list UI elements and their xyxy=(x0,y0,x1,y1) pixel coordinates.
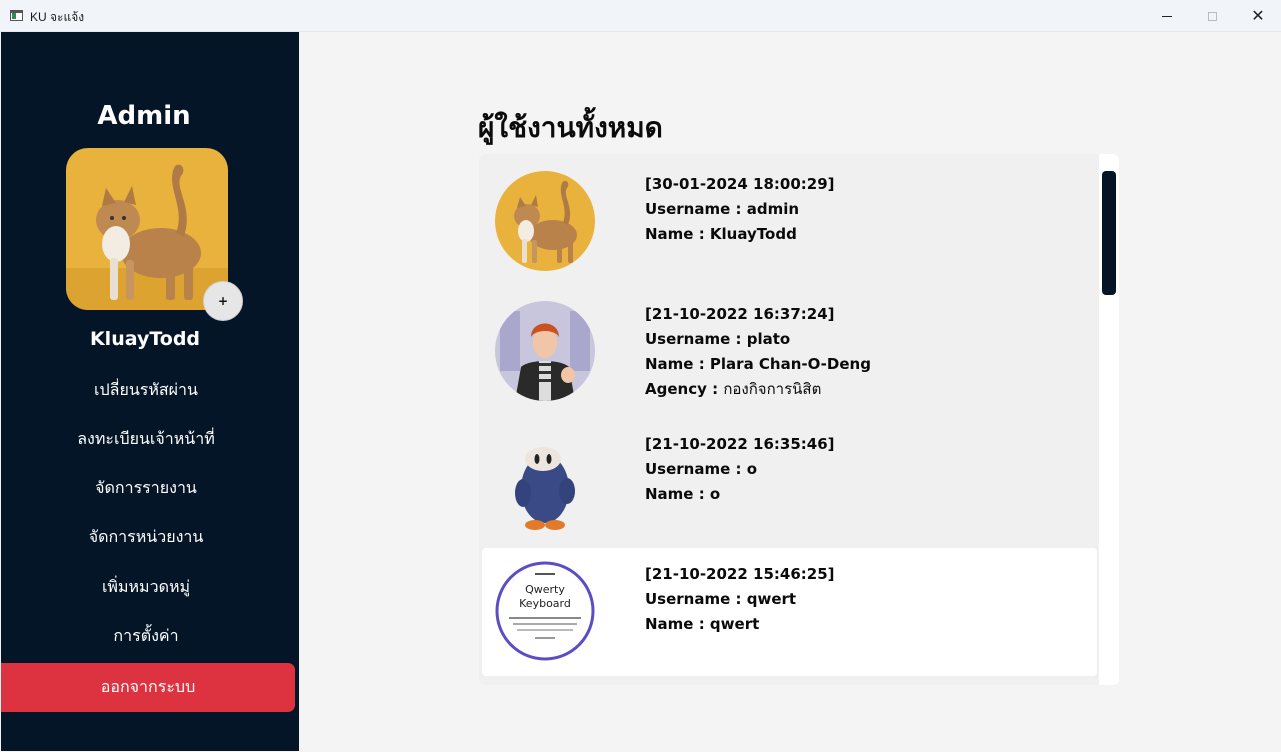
sidebar: Admin + KluayTodd เปลี่ยนรหัสผ่าน ลงทะเบ… xyxy=(1,32,299,751)
username-label: Username : xyxy=(645,590,747,608)
name-label: Name : xyxy=(645,225,710,243)
user-username-row: Username : o xyxy=(645,457,835,482)
nav-settings[interactable]: การตั้งค่า xyxy=(1,612,291,661)
window-title: KU จะแจ้ง xyxy=(30,10,85,24)
name-label: Name : xyxy=(645,355,710,373)
user-agency-row: Agency : กองกิจการนิสิต xyxy=(645,377,871,402)
name-label: Name : xyxy=(645,615,710,633)
page-title: ผู้ใช้งานทั้งหมด xyxy=(478,111,663,144)
close-icon: ✕ xyxy=(1251,6,1265,25)
app-icon xyxy=(10,10,23,21)
user-info: [30-01-2024 18:00:29] Username : admin N… xyxy=(645,172,835,247)
man-photo xyxy=(495,301,595,401)
name-value: o xyxy=(709,485,721,503)
username-value: qwert xyxy=(746,590,797,608)
nav-manage-agencies[interactable]: จัดการหน่วยงาน xyxy=(1,513,291,562)
user-info: [21-10-2022 15:46:25] Username : qwert N… xyxy=(645,562,835,637)
user-card[interactable]: [21-10-2022 16:37:24] Username : plato N… xyxy=(479,284,1097,412)
user-info: [21-10-2022 16:35:46] Username : o Name … xyxy=(645,432,835,507)
display-name: KluayTodd xyxy=(89,328,201,350)
user-avatar xyxy=(495,431,595,531)
add-photo-button[interactable]: + xyxy=(203,281,243,321)
user-name-row: Name : qwert xyxy=(645,612,835,637)
scrollbar-thumb[interactable] xyxy=(1102,171,1116,295)
user-avatar: Qwerty Keyboard xyxy=(495,561,595,661)
user-name-row: Name : KluayTodd xyxy=(645,222,835,247)
nav-manage-reports[interactable]: จัดการรายงาน xyxy=(1,464,291,513)
nav-register-staff[interactable]: ลงทะเบียนเจ้าหน้าที่ xyxy=(1,415,291,464)
user-timestamp: [21-10-2022 16:37:24] xyxy=(645,305,835,323)
window-titlebar: KU จะแจ้ง ✕ xyxy=(0,0,1281,32)
username-label: Username : xyxy=(645,330,747,348)
role-title: Admin xyxy=(97,101,191,131)
user-timestamp: [30-01-2024 18:00:29] xyxy=(645,175,835,193)
qwerty-keyboard-logo xyxy=(495,561,595,661)
user-avatar xyxy=(495,171,595,271)
name-value: qwert xyxy=(709,615,760,633)
agency-label: Agency : xyxy=(645,380,724,398)
agency-value: กองกิจการนิสิต xyxy=(723,380,822,398)
user-timestamp: [21-10-2022 16:35:46] xyxy=(645,435,835,453)
username-value: plato xyxy=(746,330,791,348)
user-name-row: Name : o xyxy=(645,482,835,507)
user-username-row: Username : admin xyxy=(645,197,835,222)
blue-character xyxy=(495,431,595,531)
user-list[interactable]: [30-01-2024 18:00:29] Username : admin N… xyxy=(479,154,1119,685)
name-value: Plara Chan-O-Deng xyxy=(709,355,871,373)
user-name-row: Name : Plara Chan-O-Deng xyxy=(645,352,871,377)
user-avatar xyxy=(495,301,595,401)
name-value: KluayTodd xyxy=(709,225,797,243)
user-card[interactable]: [30-01-2024 18:00:29] Username : admin N… xyxy=(479,154,1097,282)
logo-text: Qwerty Keyboard xyxy=(495,583,595,611)
name-label: Name : xyxy=(645,485,710,503)
close-button[interactable]: ✕ xyxy=(1235,0,1281,32)
profile-avatar xyxy=(66,148,228,310)
username-value: admin xyxy=(746,200,800,218)
user-card[interactable]: [21-10-2022 16:35:46] Username : o Name … xyxy=(479,414,1097,542)
cat-photo xyxy=(495,171,595,271)
username-label: Username : xyxy=(645,460,747,478)
username-value: o xyxy=(746,460,758,478)
user-timestamp: [21-10-2022 15:46:25] xyxy=(645,565,835,583)
maximize-icon xyxy=(1207,11,1217,21)
user-info: [21-10-2022 16:37:24] Username : plato N… xyxy=(645,302,871,402)
user-username-row: Username : plato xyxy=(645,327,871,352)
maximize-button[interactable] xyxy=(1189,0,1235,32)
cat-photo xyxy=(66,148,228,310)
username-label: Username : xyxy=(645,200,747,218)
minimize-button[interactable] xyxy=(1144,0,1190,32)
logo-line-2: Keyboard xyxy=(519,597,571,610)
nav-change-password[interactable]: เปลี่ยนรหัสผ่าน xyxy=(1,366,291,415)
nav-add-category[interactable]: เพิ่มหมวดหมู่ xyxy=(1,563,291,612)
logout-button[interactable]: ออกจากระบบ xyxy=(1,663,295,712)
user-username-row: Username : qwert xyxy=(645,587,835,612)
logo-line-1: Qwerty xyxy=(525,583,565,596)
user-card[interactable]: Qwerty Keyboard [21-10-2022 15:46:25] Us… xyxy=(482,548,1097,676)
minimize-icon xyxy=(1162,15,1172,17)
